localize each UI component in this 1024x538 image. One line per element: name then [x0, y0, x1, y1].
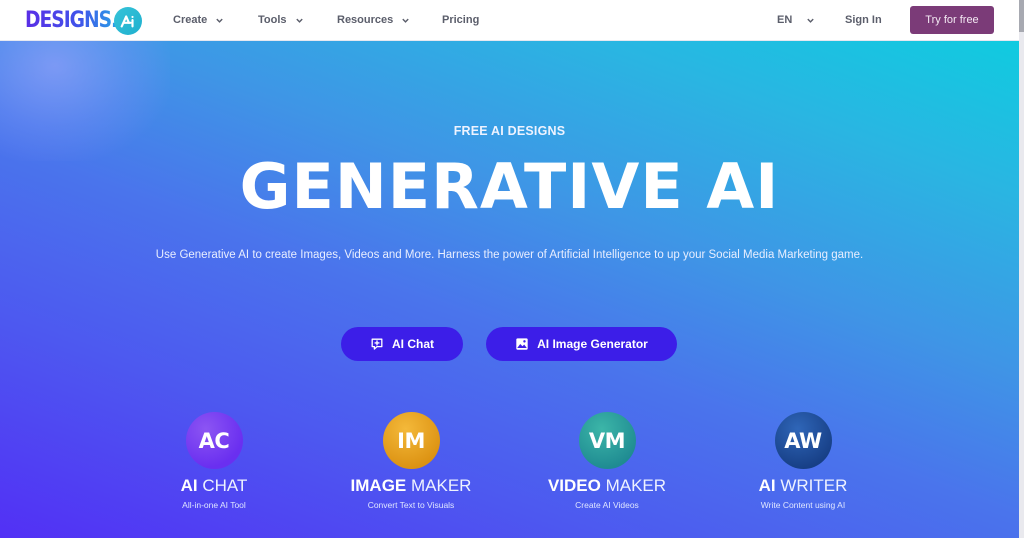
- nav-resources-label: Resources: [337, 14, 394, 26]
- tool-description: Convert Text to Visuals: [367, 500, 455, 510]
- nav-resources-menu[interactable]: Resources: [337, 0, 410, 40]
- logo-wordmark: DESIGNS.: [25, 8, 118, 33]
- tool-name-rest: CHAT: [202, 476, 248, 495]
- ai-chat-tool-icon: AC: [185, 412, 243, 469]
- tool-name-bold: AI: [758, 476, 776, 495]
- tool-description: Write Content using AI: [760, 500, 846, 510]
- top-navbar: DESIGNS. Create Tools Resources Pricing …: [0, 0, 1019, 41]
- chevron-down-icon: [807, 18, 814, 23]
- nav-create-menu[interactable]: Create: [173, 0, 224, 40]
- hero-glow-decoration: [0, 41, 170, 161]
- chat-plus-icon: [371, 338, 383, 350]
- tool-ai-chat[interactable]: AC AI CHAT All-in-one AI Tool: [124, 412, 304, 510]
- tool-name-bold: AI: [180, 476, 198, 495]
- image-icon: [516, 338, 528, 350]
- tool-name-bold: IMAGE: [350, 476, 407, 495]
- ai-writer-tool-icon: AW: [774, 412, 832, 469]
- tool-name-rest: MAKER: [411, 476, 472, 495]
- ai-image-generator-label: AI Image Generator: [537, 337, 648, 351]
- tool-name-rest: WRITER: [780, 476, 848, 495]
- tool-description: Create AI Videos: [575, 500, 639, 510]
- tool-name: AI WRITER: [713, 476, 893, 496]
- nav-pricing-label: Pricing: [442, 14, 480, 26]
- tool-name-rest: MAKER: [605, 476, 667, 495]
- nav-tools-menu[interactable]: Tools: [258, 0, 304, 40]
- page-scrollbar[interactable]: [1019, 0, 1024, 538]
- nav-pricing-link[interactable]: Pricing: [442, 0, 479, 40]
- language-selector[interactable]: EN: [777, 0, 815, 40]
- scrollbar-thumb[interactable]: [1019, 0, 1024, 32]
- tool-name: AI CHAT: [124, 476, 304, 496]
- sign-in-label: Sign In: [845, 14, 882, 26]
- ai-chat-label: AI Chat: [392, 337, 434, 351]
- ai-chat-button[interactable]: AI Chat: [341, 327, 463, 361]
- video-maker-tool-icon: VM: [578, 412, 636, 469]
- sign-in-link[interactable]: Sign In: [845, 0, 882, 40]
- hero-section: FREE AI DESIGNS GENERATIVE AI Use Genera…: [0, 41, 1019, 538]
- hero-title: GENERATIVE AI: [239, 150, 780, 223]
- ai-badge-icon: [114, 7, 142, 35]
- tool-ai-writer[interactable]: AW AI WRITER Write Content using AI: [713, 412, 893, 510]
- tool-name-bold: VIDEO: [547, 476, 601, 495]
- tool-video-maker[interactable]: VM VIDEO MAKER Create AI Videos: [517, 412, 697, 510]
- nav-create-label: Create: [173, 14, 208, 26]
- tool-name: IMAGE MAKER: [321, 476, 501, 496]
- chevron-down-icon: [402, 18, 409, 23]
- chevron-down-icon: [216, 18, 223, 23]
- tool-name: VIDEO MAKER: [517, 476, 697, 496]
- ai-image-generator-button[interactable]: AI Image Generator: [486, 327, 677, 361]
- tool-image-maker[interactable]: IM IMAGE MAKER Convert Text to Visuals: [321, 412, 501, 510]
- try-for-free-button[interactable]: Try for free: [910, 6, 994, 34]
- language-label: EN: [777, 14, 793, 26]
- tool-description: All-in-one AI Tool: [182, 500, 246, 510]
- chevron-down-icon: [295, 18, 303, 23]
- designs-ai-logo[interactable]: DESIGNS.: [25, 7, 142, 35]
- image-maker-tool-icon: IM: [382, 412, 440, 469]
- hero-eyebrow: FREE AI DESIGNS: [453, 124, 566, 138]
- nav-tools-label: Tools: [258, 14, 287, 26]
- hero-subtitle: Use Generative AI to create Images, Vide…: [155, 249, 864, 261]
